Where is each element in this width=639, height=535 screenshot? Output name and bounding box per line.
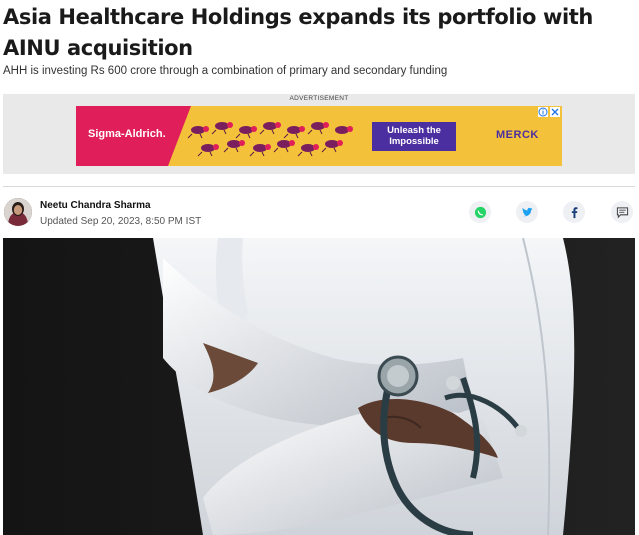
- doctor-stethoscope-illustration: [3, 238, 635, 535]
- ad-controls: [538, 107, 560, 117]
- facebook-icon: [571, 206, 577, 218]
- byline-divider: [3, 186, 635, 187]
- close-icon[interactable]: [550, 107, 560, 117]
- twitter-icon: [521, 207, 533, 216]
- info-icon[interactable]: [538, 107, 548, 117]
- ad-ants-illustration: [187, 122, 353, 157]
- twitter-share-button[interactable]: [516, 201, 538, 223]
- article-subtitle: AHH is investing Rs 600 crore through a …: [3, 65, 448, 77]
- ad-brand-merck: MERCK: [496, 129, 539, 141]
- ad-cta-button[interactable]: Unleash the Impossible: [372, 122, 456, 151]
- author-name[interactable]: Neetu Chandra Sharma: [40, 200, 151, 211]
- updated-timestamp: Updated Sep 20, 2023, 8:50 PM IST: [40, 216, 202, 227]
- advertisement-container: ADVERTISEMENT Sigma-Aldrich. Unleash the…: [3, 94, 635, 174]
- whatsapp-icon: [474, 206, 486, 218]
- ad-label: ADVERTISEMENT: [289, 95, 349, 102]
- hero-image: [3, 238, 635, 535]
- comment-button[interactable]: [611, 201, 633, 223]
- ad-banner[interactable]: Sigma-Aldrich. Unleash the Impossible ME…: [76, 106, 562, 166]
- whatsapp-share-button[interactable]: [469, 201, 491, 223]
- ad-brand-sigma: Sigma-Aldrich.: [88, 128, 166, 140]
- facebook-share-button[interactable]: [563, 201, 585, 223]
- author-avatar[interactable]: [4, 198, 32, 226]
- comment-icon: [616, 206, 628, 218]
- article-title: Asia Healthcare Holdings expands its por…: [3, 5, 593, 60]
